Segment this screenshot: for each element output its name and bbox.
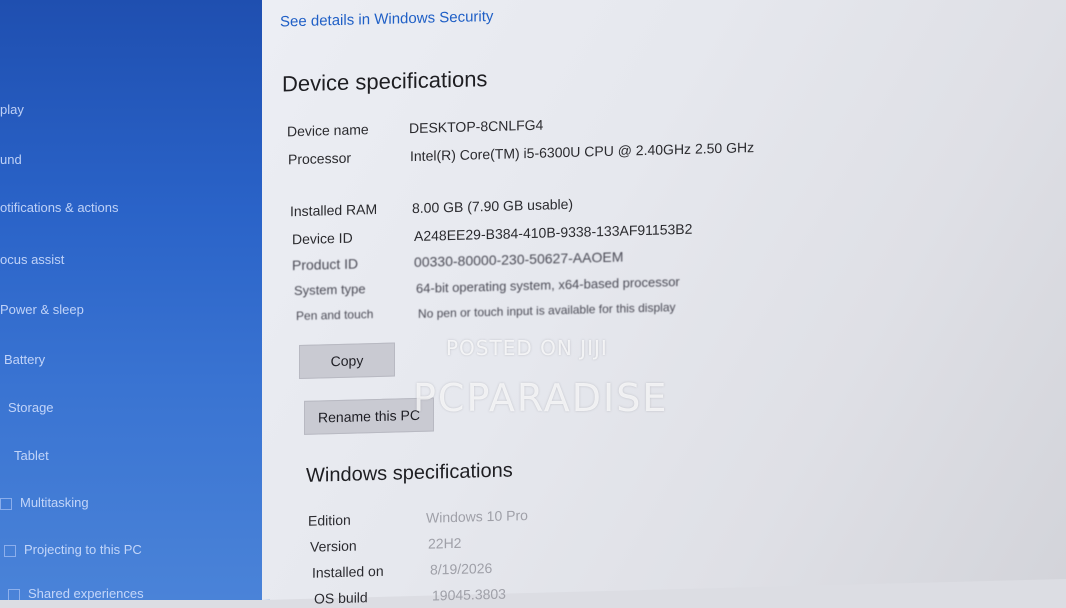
win-label: OS build (314, 589, 368, 607)
spec-label: Device ID (292, 229, 353, 248)
sidebar-item-focus-assist[interactable]: ocus assist (0, 252, 64, 267)
spec-value: 8.00 GB (7.90 GB usable) (412, 195, 574, 217)
spec-value: DESKTOP-8CNLFG4 (409, 116, 544, 137)
sidebar-item-notifications[interactable]: otifications & actions (0, 200, 119, 215)
sidebar-item-tablet[interactable]: Tablet (14, 448, 49, 463)
sidebar-item-label: play (0, 102, 24, 117)
projecting-icon (4, 544, 16, 557)
sidebar-item-display[interactable]: play (0, 102, 24, 117)
sidebar-item-label: otifications & actions (0, 200, 119, 215)
sidebar-item-label: Shared experiences (28, 586, 144, 600)
sidebar-item-storage[interactable]: Storage (8, 400, 54, 415)
copy-button[interactable]: Copy (299, 342, 395, 380)
sidebar-item-label: Tablet (14, 448, 49, 463)
spec-label: Pen and touch (296, 307, 374, 324)
win-value: Windows 10 Pro (426, 507, 528, 526)
sidebar-item-label: Projecting to this PC (24, 542, 142, 557)
sidebar-item-shared-experiences[interactable]: Shared experiences (8, 586, 144, 600)
sidebar-item-label: ocus assist (0, 252, 65, 267)
device-specs-heading: Device specifications (282, 66, 488, 97)
about-content: See details in Windows Security Device s… (262, 0, 1066, 607)
sidebar-item-label: Power & sleep (0, 302, 84, 317)
windows-security-link[interactable]: See details in Windows Security (280, 8, 493, 31)
sidebar-item-label: und (0, 152, 22, 167)
spec-label: System type (294, 281, 366, 299)
jiji-watermark: POSTED ON JIJI (446, 336, 608, 360)
sidebar-item-multitasking[interactable]: Multitasking (0, 495, 89, 510)
spec-label: Product ID (292, 255, 359, 274)
sidebar-item-projecting[interactable]: Projecting to this PC (4, 542, 142, 557)
win-label: Version (310, 537, 357, 555)
sidebar-item-power-sleep[interactable]: Power & sleep (0, 302, 84, 317)
spec-value: 00330-80000-230-50627-AAOEM (414, 248, 624, 271)
seller-watermark: PCPARADISE (413, 376, 669, 420)
win-value: 22H2 (428, 534, 462, 552)
win-value: 19045.3803 (432, 585, 506, 604)
win-label: Edition (308, 511, 351, 529)
spec-label: Processor (288, 149, 352, 168)
spec-label: Device name (287, 121, 369, 140)
spec-value: Intel(R) Core(TM) i5-6300U CPU @ 2.40GHz… (410, 139, 755, 165)
win-value: 8/19/2026 (430, 559, 493, 578)
win-label: Installed on (312, 562, 384, 581)
windows-specs-heading: Windows specifications (306, 459, 513, 487)
sidebar-item-label: Storage (8, 400, 54, 415)
multitasking-icon (0, 497, 12, 510)
spec-value: 64-bit operating system, x64-based proce… (416, 274, 680, 296)
spec-value: No pen or touch input is available for t… (418, 300, 676, 321)
spec-label: Installed RAM (290, 200, 378, 220)
shared-experiences-icon (8, 588, 20, 600)
sidebar-item-sound[interactable]: und (0, 152, 22, 167)
sidebar-item-label: Multitasking (20, 495, 89, 510)
spec-value: A248EE29-B384-410B-9338-133AF91153B2 (414, 220, 693, 245)
sidebar-item-label: Battery (4, 352, 46, 367)
sidebar-item-battery[interactable]: Battery (4, 352, 45, 367)
settings-sidebar: play und otifications & actions ocus ass… (0, 0, 270, 600)
